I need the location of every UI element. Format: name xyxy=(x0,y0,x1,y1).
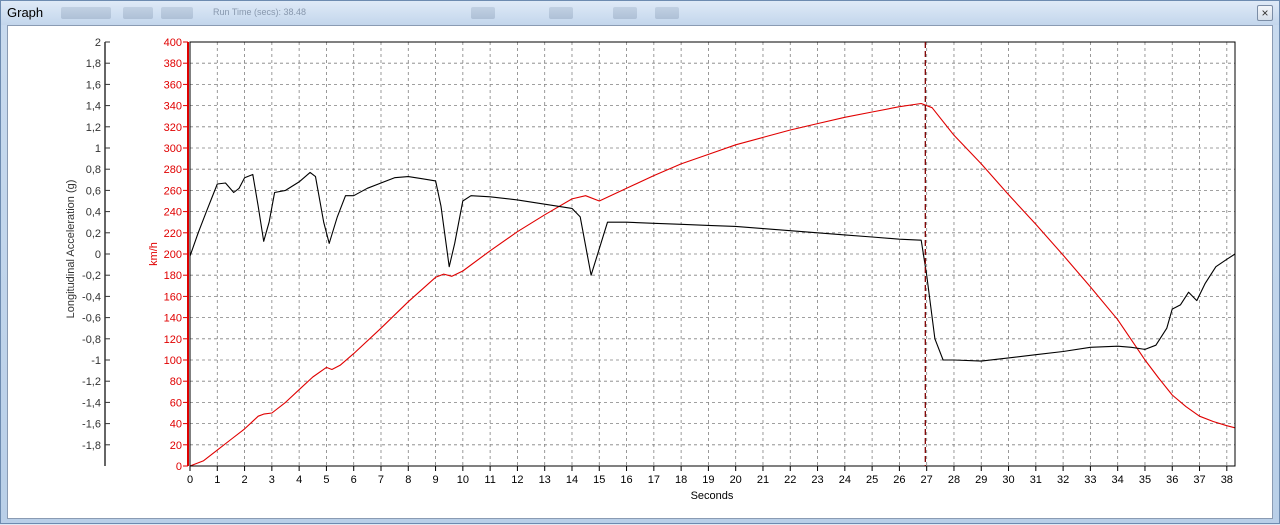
x-tick-label: 32 xyxy=(1057,474,1069,486)
x-tick-label: 10 xyxy=(457,474,469,486)
speed-tick-label: 20 xyxy=(170,440,182,452)
speed-tick-label: 180 xyxy=(164,270,182,282)
x-tick-label: 38 xyxy=(1221,474,1233,486)
x-tick-label: 17 xyxy=(648,474,660,486)
speed-tick-label: 360 xyxy=(164,79,182,91)
speed-tick-label: 100 xyxy=(164,355,182,367)
x-tick-label: 36 xyxy=(1166,474,1178,486)
chart-svg[interactable]: 0 1 2 3 4 5 6 7 8 9 10 11 12 13 14 15 16 17 18 19 20 21 22 23 24… xyxy=(1,1,1280,525)
acceleration-axis: -1,8 -1,6 -1,4 -1,2 -1 -0,8 -0,6 -0,4 -0,2 0 0,2 0,… xyxy=(82,37,110,466)
x-tick-label: 14 xyxy=(566,474,578,486)
x-tick-label: 16 xyxy=(620,474,632,486)
speed-tick-label: 340 xyxy=(164,101,182,113)
x-tick-label: 4 xyxy=(296,474,302,486)
x-tick-label: 6 xyxy=(351,474,357,486)
speed-tick-label: 80 xyxy=(170,376,182,388)
acceleration-tick-label: 0,4 xyxy=(86,207,101,219)
acceleration-tick-label: 1 xyxy=(95,143,101,155)
x-tick-label: 23 xyxy=(811,474,823,486)
speed-tick-label: 320 xyxy=(164,122,182,134)
acceleration-axis-title: Longitudinal Acceleration (g) xyxy=(65,180,77,319)
acceleration-tick-label: -1,8 xyxy=(82,440,101,452)
series-layer xyxy=(189,102,1236,467)
speed-axis: 0 20 40 60 80 100 120 140 160 180 200 220 240 260 280 3… xyxy=(164,37,189,473)
x-tick-label: 8 xyxy=(405,474,411,486)
acceleration-tick-label: -0,6 xyxy=(82,313,101,325)
speed-tick-label: 140 xyxy=(164,313,182,325)
acceleration-tick-label: -1,2 xyxy=(82,376,101,388)
speed-tick-label: 300 xyxy=(164,143,182,155)
x-tick-label: 5 xyxy=(323,474,329,486)
graph-window: Graph Run Time (secs): 38.48 × 012345678… xyxy=(0,0,1280,524)
acceleration-tick-label: 0,8 xyxy=(86,164,101,176)
acceleration-tick-label: 1,2 xyxy=(86,122,101,134)
x-tick-label: 12 xyxy=(511,474,523,486)
acceleration-series-line xyxy=(189,171,1236,362)
speed-tick-label: 120 xyxy=(164,334,182,346)
x-tick-label: 15 xyxy=(593,474,605,486)
speed-tick-label: 200 xyxy=(164,249,182,261)
x-tick-label: 25 xyxy=(866,474,878,486)
x-tick-label: 19 xyxy=(702,474,714,486)
x-tick-label: 34 xyxy=(1112,474,1124,486)
speed-tick-label: 380 xyxy=(164,58,182,70)
x-tick-label: 30 xyxy=(1002,474,1014,486)
acceleration-tick-label: 1,4 xyxy=(86,101,101,113)
grid-lines xyxy=(190,42,1235,466)
speed-tick-label: 400 xyxy=(164,37,182,49)
x-tick-label: 28 xyxy=(948,474,960,486)
x-tick-label: 26 xyxy=(893,474,905,486)
x-tick-label: 18 xyxy=(675,474,687,486)
speed-tick-label: 0 xyxy=(176,461,182,473)
acceleration-tick-label: -1,6 xyxy=(82,419,101,431)
x-tick-label: 24 xyxy=(839,474,851,486)
acceleration-tick-label: 1,6 xyxy=(86,79,101,91)
x-tick-label: 37 xyxy=(1193,474,1205,486)
speed-tick-label: 280 xyxy=(164,164,182,176)
x-tick-label: 13 xyxy=(539,474,551,486)
x-tick-label: 22 xyxy=(784,474,796,486)
speed-tick-label: 260 xyxy=(164,185,182,197)
acceleration-tick-label: 0,6 xyxy=(86,185,101,197)
speed-tick-label: 160 xyxy=(164,291,182,303)
acceleration-tick-label: 0 xyxy=(95,249,101,261)
x-tick-label: 1 xyxy=(214,474,220,486)
acceleration-tick-label: -0,4 xyxy=(82,291,101,303)
x-axis-title: Seconds xyxy=(691,490,734,502)
acceleration-tick-label: 0,2 xyxy=(86,228,101,240)
acceleration-tick-label: 1,8 xyxy=(86,58,101,70)
speed-tick-label: 40 xyxy=(170,419,182,431)
x-tick-label: 9 xyxy=(432,474,438,486)
x-tick-label: 3 xyxy=(269,474,275,486)
speed-tick-label: 60 xyxy=(170,397,182,409)
speed-series-line xyxy=(189,102,1236,467)
x-tick-label: 31 xyxy=(1030,474,1042,486)
x-tick-label: 20 xyxy=(730,474,742,486)
acceleration-tick-label: -0,8 xyxy=(82,334,101,346)
x-tick-label: 2 xyxy=(242,474,248,486)
x-tick-label: 11 xyxy=(484,474,495,486)
speed-tick-label: 240 xyxy=(164,207,182,219)
acceleration-tick-label: -1 xyxy=(91,355,101,367)
x-tick-label: 27 xyxy=(921,474,933,486)
x-tick-label: 0 xyxy=(187,474,193,486)
acceleration-tick-label: -1,4 xyxy=(82,397,101,409)
x-tick-label: 21 xyxy=(757,474,769,486)
acceleration-tick-label: -0,2 xyxy=(82,270,101,282)
speed-tick-label: 220 xyxy=(164,228,182,240)
acceleration-tick-label: 2 xyxy=(95,37,101,49)
x-axis: 0 1 2 3 4 5 6 7 8 9 10 11 12 13 14 15 16 17 18 19 20 21 22 23 24… xyxy=(187,466,1233,486)
x-tick-label: 7 xyxy=(378,474,384,486)
speed-axis-title: km/h xyxy=(148,242,160,266)
x-tick-label: 29 xyxy=(975,474,987,486)
x-tick-label: 35 xyxy=(1139,474,1151,486)
x-tick-label: 33 xyxy=(1084,474,1096,486)
